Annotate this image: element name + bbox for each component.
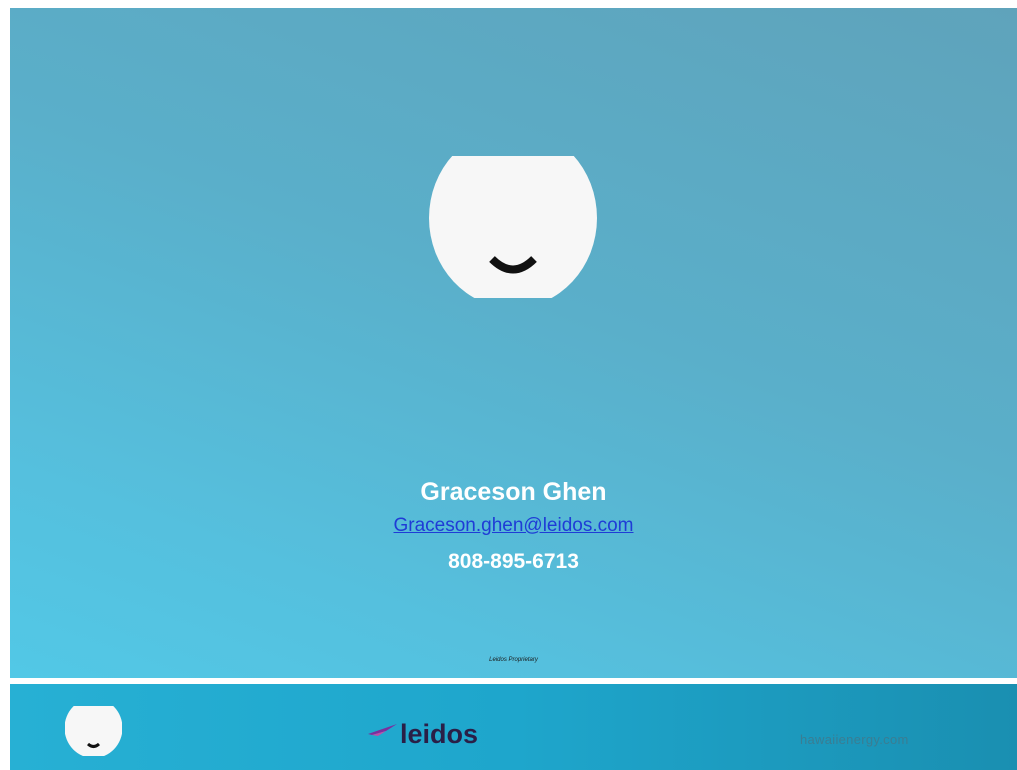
brand-wordmark: leidos (400, 719, 479, 749)
leidos-swoosh-icon (368, 724, 397, 736)
leidos-logo: leidos (368, 714, 478, 754)
contact-phone: 808-895-6713 (448, 550, 579, 573)
slide-canvas: Graceson Ghen Graceson.ghen@leidos.com 8… (10, 8, 1017, 678)
smile-circle-icon (429, 156, 597, 298)
footer-bar: leidos hawaiienergy.com (10, 684, 1017, 770)
website-text: hawaiienergy.com (800, 732, 909, 747)
proprietary-note: Leidos Proprietary (489, 657, 538, 663)
page-frame: Graceson Ghen Graceson.ghen@leidos.com 8… (0, 0, 1017, 770)
contact-email-link[interactable]: Graceson.ghen@leidos.com (10, 514, 1017, 538)
contact-name: Graceson Ghen (420, 478, 607, 506)
smile-circle-icon (65, 706, 122, 756)
